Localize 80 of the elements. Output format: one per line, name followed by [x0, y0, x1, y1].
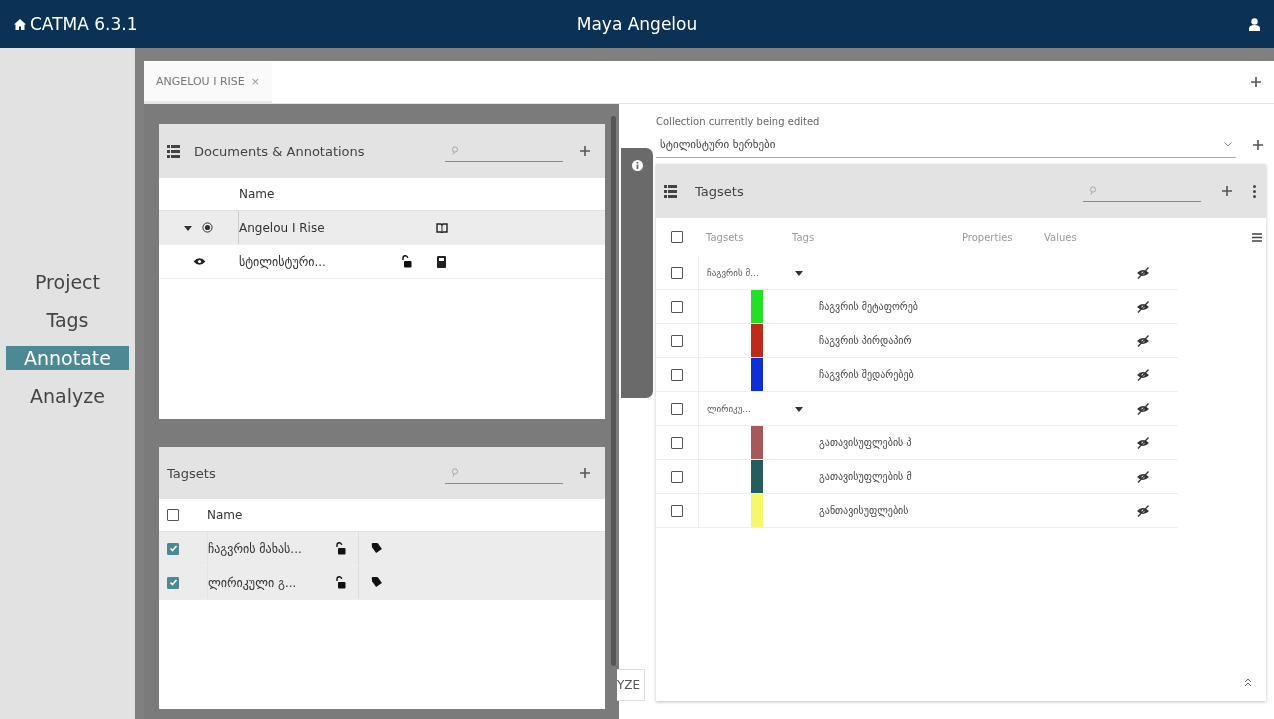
- add-button[interactable]: [1219, 183, 1235, 199]
- checkbox[interactable]: [671, 368, 683, 381]
- search-icon: [1089, 186, 1097, 195]
- nav-item[interactable]: Annotate: [6, 345, 129, 370]
- collection-select[interactable]: სტილისტური ხერხები: [656, 131, 1236, 158]
- chevron-down-icon: [1224, 141, 1232, 147]
- eye-slash-icon[interactable]: [1136, 402, 1150, 415]
- more-options-icon[interactable]: [1253, 184, 1256, 198]
- user-icon[interactable]: [1249, 17, 1260, 31]
- checkbox[interactable]: [671, 334, 683, 347]
- tagset-name: ლირიკუ...: [706, 403, 752, 414]
- book-icon: [435, 222, 448, 233]
- tag-icon: [371, 543, 382, 554]
- checkbox[interactable]: [167, 542, 179, 555]
- checkbox[interactable]: [671, 504, 683, 517]
- eye-slash-icon[interactable]: [1136, 266, 1150, 279]
- panel-title: Tagsets: [695, 183, 745, 199]
- eye-icon[interactable]: [192, 257, 206, 266]
- caret-icon[interactable]: [795, 268, 803, 277]
- target-icon[interactable]: [202, 222, 213, 233]
- document-row[interactable]: Angelou I Rise: [159, 211, 605, 245]
- nav-item[interactable]: Analyze: [26, 383, 109, 408]
- add-button[interactable]: [577, 143, 593, 159]
- checkbox[interactable]: [167, 576, 179, 589]
- eye-slash-icon[interactable]: [1136, 436, 1150, 449]
- chevron-up-icon[interactable]: [1244, 678, 1252, 687]
- notebook-icon: [437, 255, 446, 268]
- checkbox[interactable]: [671, 402, 683, 415]
- checkbox[interactable]: [671, 436, 683, 449]
- column-header: Tagsets: [705, 231, 745, 243]
- checkbox[interactable]: [167, 509, 179, 521]
- analyze-button[interactable]: YZE: [617, 669, 646, 701]
- nav-item[interactable]: Project: [31, 269, 104, 294]
- search-icon: [451, 468, 459, 477]
- app-title[interactable]: CATMA 6.3.1: [30, 14, 138, 34]
- add-tab-button[interactable]: [1248, 74, 1264, 90]
- list-icon: [167, 144, 180, 158]
- checkbox[interactable]: [671, 470, 683, 483]
- checkbox[interactable]: [671, 266, 683, 279]
- column-header: Values: [1044, 231, 1077, 243]
- nav-item[interactable]: Tags: [42, 307, 93, 332]
- home-icon[interactable]: [14, 18, 26, 30]
- eye-slash-icon[interactable]: [1136, 470, 1150, 483]
- tagset-name: ლირიკული გ...: [208, 575, 298, 590]
- tag-name: ჩაგვრის პირდაპირ: [818, 335, 913, 346]
- panel-title: Documents & Annotations: [194, 143, 366, 159]
- document-name: Angelou I Rise: [239, 220, 326, 235]
- tag-name: ჩაგვრის შედარებებ: [818, 369, 915, 380]
- checkbox[interactable]: [671, 231, 683, 243]
- tagset-name: ჩაგვრის მახას...: [208, 541, 303, 556]
- tag-name: ჩაგვრის მეტაფორებ: [818, 301, 920, 312]
- project-title: Maya Angelou: [576, 14, 698, 34]
- eye-slash-icon[interactable]: [1136, 504, 1150, 517]
- collection-name: სტილისტური...: [239, 254, 327, 269]
- caret-icon[interactable]: [795, 404, 803, 413]
- column-header: Name: [239, 187, 276, 201]
- field-label: Collection currently being edited: [656, 116, 821, 127]
- tag-name: განთავისუფლების: [818, 505, 910, 516]
- add-button[interactable]: [577, 465, 593, 481]
- tag-name: გათავისუფლების მ: [818, 471, 913, 482]
- caret-icon[interactable]: [184, 223, 192, 232]
- scrollbar[interactable]: [611, 116, 616, 666]
- side-drawer-handle[interactable]: [621, 148, 653, 398]
- tagset-name: ჩაგვრის მ...: [706, 267, 760, 278]
- eye-slash-icon[interactable]: [1136, 300, 1150, 313]
- tag-icon: [371, 577, 382, 588]
- column-header: Tags: [792, 231, 816, 243]
- eye-slash-icon[interactable]: [1136, 368, 1150, 381]
- document-tab[interactable]: ANGELOU I RISE ×: [144, 61, 272, 103]
- list-icon: [664, 184, 677, 198]
- eye-slash-icon[interactable]: [1136, 334, 1150, 347]
- menu-icon[interactable]: [1252, 232, 1262, 242]
- tag-name: გათავისუფლების პ: [818, 437, 913, 448]
- info-icon: [631, 160, 643, 171]
- search-icon: [451, 146, 459, 155]
- column-header: Name: [207, 508, 244, 522]
- column-header: Properties: [962, 231, 1014, 243]
- collection-row[interactable]: სტილისტური...: [159, 245, 605, 279]
- checkbox[interactable]: [671, 300, 683, 313]
- panel-title: Tagsets: [167, 465, 217, 481]
